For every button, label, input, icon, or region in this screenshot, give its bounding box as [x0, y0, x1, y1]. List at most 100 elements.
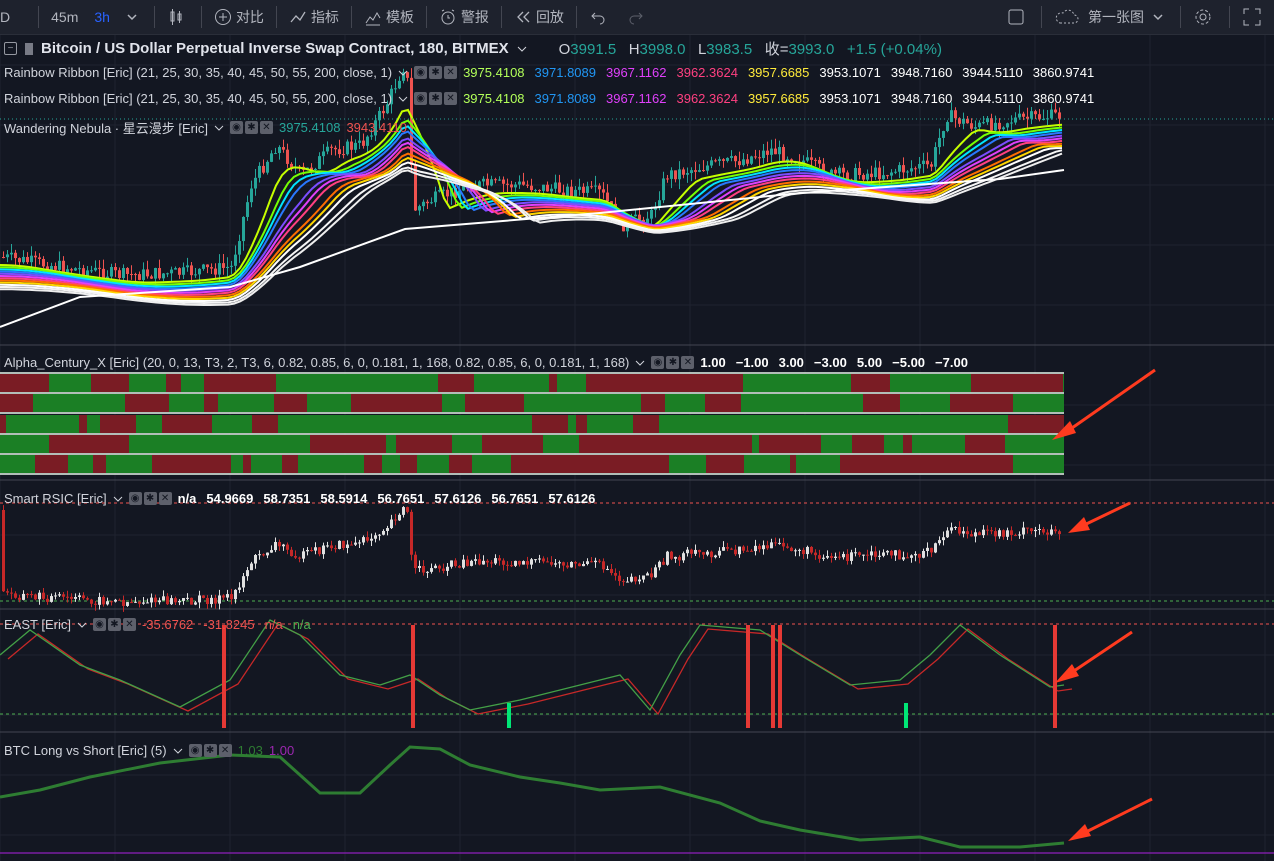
- close-icon[interactable]: ✕: [444, 92, 458, 105]
- alarm-clock-icon: [441, 9, 455, 25]
- eye-icon[interactable]: ◉: [414, 92, 428, 105]
- indicator-value: 1.00: [700, 355, 726, 370]
- chart-area[interactable]: − Bitcoin / US Dollar Perpetual Inverse …: [0, 35, 1274, 861]
- symbol-title[interactable]: Bitcoin / US Dollar Perpetual Inverse Sw…: [41, 40, 509, 57]
- legend-alpha[interactable]: Alpha_Century_X [Eric] (20, 0, 13, T3, 2…: [4, 355, 978, 370]
- candle-body: [398, 80, 401, 89]
- indicator-name[interactable]: Wandering Nebula · 星云漫步 [Eric]: [4, 118, 208, 137]
- undo-button[interactable]: [581, 0, 619, 34]
- heat-cell: [298, 455, 341, 473]
- close-icon[interactable]: ✕: [122, 618, 136, 631]
- legend-nebula[interactable]: Wandering Nebula · 星云漫步 [Eric] ◉ ✱ ✕ 3975.…: [4, 118, 407, 137]
- compare-button[interactable]: 对比: [206, 0, 272, 34]
- gear-icon[interactable]: ✱: [429, 92, 443, 105]
- gear-icon[interactable]: ✱: [143, 492, 157, 505]
- indicator-value: n/a: [264, 617, 283, 632]
- chart-type-button[interactable]: [159, 0, 197, 34]
- layout-button[interactable]: 第一张图: [1046, 0, 1176, 34]
- chevron-down-icon[interactable]: [77, 620, 87, 630]
- cloud-icon: [1055, 9, 1079, 24]
- candle-body: [110, 267, 113, 277]
- legend-rainbow-1[interactable]: Rainbow Ribbon [Eric] (21, 25, 30, 35, 4…: [4, 65, 1104, 80]
- candle-body: [770, 148, 773, 155]
- rsic-body: [38, 592, 41, 600]
- gear-icon[interactable]: ✱: [666, 356, 680, 369]
- interval-dropdown[interactable]: [118, 0, 150, 34]
- candle-body: [130, 273, 133, 275]
- gear-icon[interactable]: ✱: [107, 618, 121, 631]
- templates-button[interactable]: 模板: [356, 0, 422, 34]
- chevron-down-icon[interactable]: [398, 94, 408, 104]
- heat-cell: [0, 374, 41, 392]
- indicator-name[interactable]: Rainbow Ribbon [Eric] (21, 25, 30, 35, 4…: [4, 65, 392, 80]
- expand-button[interactable]: [1234, 0, 1274, 34]
- legend-btcls[interactable]: BTC Long vs Short [Eric] (5) ◉ ✱ ✕ 1.03 1.…: [4, 743, 294, 758]
- eye-icon[interactable]: ◉: [229, 121, 243, 134]
- indicator-name[interactable]: Alpha_Century_X [Eric] (20, 0, 13, T3, 2…: [4, 355, 629, 370]
- heat-cell: [310, 435, 355, 453]
- eye-icon[interactable]: ◉: [414, 66, 428, 79]
- heat-cell: [756, 394, 772, 412]
- close-icon[interactable]: ✕: [218, 744, 232, 757]
- heat-cell: [884, 435, 903, 453]
- rsic-body: [94, 603, 97, 605]
- chevron-down-icon[interactable]: [113, 494, 123, 504]
- legend-rainbow-2[interactable]: Rainbow Ribbon [Eric] (21, 25, 30, 35, 4…: [4, 91, 1104, 106]
- indicator-name[interactable]: BTC Long vs Short [Eric] (5): [4, 743, 167, 758]
- eye-icon[interactable]: ◉: [651, 356, 665, 369]
- fullscreen-button[interactable]: [999, 0, 1037, 34]
- replay-button[interactable]: 回放: [506, 0, 572, 34]
- eye-icon[interactable]: ◉: [92, 618, 106, 631]
- compare-label: 对比: [235, 9, 264, 25]
- toolbar-left-glyph[interactable]: D: [0, 0, 18, 34]
- indicator-value: -35.6762: [141, 617, 194, 632]
- rsic-body: [26, 593, 29, 595]
- heat-cell: [84, 435, 115, 453]
- gear-icon[interactable]: ✱: [203, 744, 217, 757]
- legend-rsic[interactable]: Smart RSIC [Eric] ◉ ✱ ✕ n/a 54.9669 58.7351 5…: [4, 491, 605, 506]
- legend-east[interactable]: EAST [Eric] ◉ ✱ ✕ -35.6762 -31.8245 n/a n/a: [4, 617, 321, 632]
- chevron-down-icon[interactable]: [398, 68, 408, 78]
- close-icon[interactable]: ✕: [259, 121, 273, 134]
- indicator-value: 56.7651: [377, 491, 425, 506]
- eye-icon[interactable]: ◉: [128, 492, 142, 505]
- rsic-body: [314, 547, 317, 551]
- gear-icon[interactable]: ✱: [244, 121, 258, 134]
- heat-cell: [396, 435, 434, 453]
- close-icon[interactable]: ✕: [158, 492, 172, 505]
- rsic-body: [354, 542, 357, 545]
- interval-3h[interactable]: 3h: [86, 0, 118, 34]
- chevron-down-icon[interactable]: [214, 123, 224, 133]
- indicator-name[interactable]: EAST [Eric]: [4, 617, 71, 632]
- chevron-down-icon[interactable]: [635, 358, 645, 368]
- close-icon[interactable]: ✕: [681, 356, 695, 369]
- rsic-body: [846, 553, 849, 561]
- collapse-button[interactable]: −: [4, 42, 17, 55]
- candle-body: [694, 170, 697, 172]
- eye-icon[interactable]: ◉: [188, 744, 202, 757]
- indicator-name[interactable]: Smart RSIC [Eric]: [4, 491, 107, 506]
- indicator-name[interactable]: Rainbow Ribbon [Eric] (21, 25, 30, 35, 4…: [4, 91, 392, 106]
- heat-cell: [1038, 455, 1064, 473]
- chevron-down-icon[interactable]: [173, 746, 183, 756]
- interval-45m[interactable]: 45m: [43, 0, 86, 34]
- heat-cell: [35, 455, 68, 473]
- rsic-body: [590, 561, 593, 563]
- rsic-body: [898, 550, 901, 560]
- chart-canvas[interactable]: [0, 35, 1274, 861]
- settings-button[interactable]: [1185, 0, 1225, 34]
- heat-cell: [45, 415, 79, 433]
- close-icon[interactable]: ✕: [444, 66, 458, 79]
- rsic-body: [838, 556, 841, 558]
- candle-body: [270, 153, 273, 162]
- candle-body: [10, 252, 13, 255]
- indicators-button[interactable]: 指标: [281, 0, 347, 34]
- chevron-down-icon[interactable]: [517, 44, 527, 54]
- alerts-button[interactable]: 警报: [431, 0, 497, 34]
- rsic-body: [498, 558, 501, 561]
- redo-button[interactable]: [619, 0, 657, 34]
- rsic-body: [362, 537, 365, 543]
- gear-icon[interactable]: ✱: [429, 66, 443, 79]
- candle-body: [666, 178, 669, 180]
- candle-body: [122, 268, 125, 279]
